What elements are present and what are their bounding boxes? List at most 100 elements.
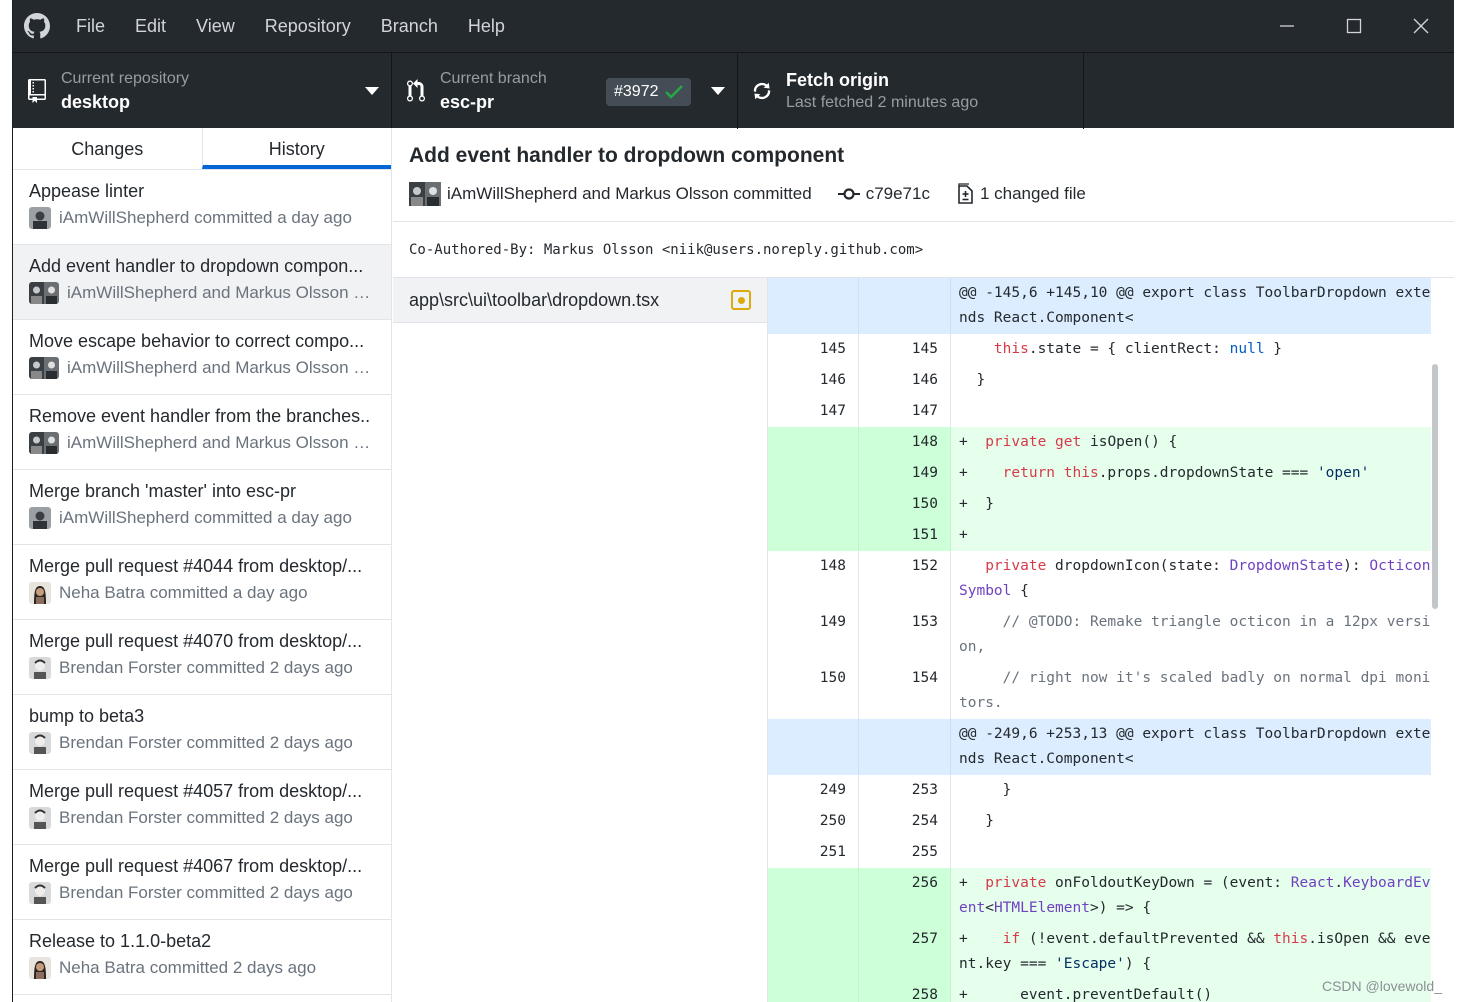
commit-item-author: iAmWillShepherd committed a day ago [59,508,352,527]
avatar [29,657,51,679]
avatar [29,432,59,454]
chevron-down-icon [711,87,725,95]
repository-name: desktop [61,92,131,112]
diff-line-code: + private onFoldoutKeyDown = (event: Rea… [959,875,1431,916]
commit-list-item[interactable]: Merge pull request #4070 from desktop/..… [13,620,391,695]
changed-files-count: 1 changed file [979,184,1086,203]
commit-item-title: Merge pull request #4057 from desktop/..… [29,781,363,801]
commit-list-item[interactable]: Merge pull request #4057 from desktop/..… [13,770,391,845]
diff-scrollbar[interactable] [1431,278,1439,1002]
old-line-number: 149 [768,607,859,663]
commit-item-meta: iAmWillShepherd committed a day ago [29,507,377,529]
commit-item-title: Remove event handler from the branches.. [29,406,371,426]
new-line-number [859,719,951,775]
maximize-button[interactable] [1320,0,1387,52]
new-line-number: 151 [859,520,951,551]
branch-label: Current branch [440,70,547,87]
diff-line-added[interactable]: 150 + } [768,489,1439,520]
toolbar: Current repository desktop Current branc… [13,52,1454,129]
diff-line-code: @@ -145,6 +145,10 @@ export class Toolba… [959,285,1431,326]
diff-line-context[interactable]: 249 253 } [768,775,1439,806]
diff-line-context[interactable]: 147 147 [768,396,1439,427]
diff-line-code: @@ -249,6 +253,13 @@ export class Toolba… [959,726,1431,767]
current-repository-button[interactable]: Current repository desktop [13,53,392,129]
commit-item-title: Move escape behavior to correct compo... [29,331,365,351]
diff-line-context[interactable]: 148 152 private dropdownIcon(state: Dropd… [768,551,1439,607]
diff-line-code: + if (!event.defaultPrevented && this.is… [959,931,1431,972]
commit-item-author: iAmWillShepherd and Markus Olsson co... [67,358,377,377]
repo-icon [13,79,61,103]
close-button[interactable] [1387,0,1454,52]
commit-item-meta: iAmWillShepherd and Markus Olsson co... [29,432,377,454]
commit-description: Co-Authored-By: Markus Olsson <niik@user… [393,222,1454,278]
diff-hunk-header[interactable]: @@ -145,6 +145,10 @@ export class Toolba… [768,278,1439,334]
diff-hunk-header[interactable]: @@ -249,6 +253,13 @@ export class Toolba… [768,719,1439,775]
commit-list-item[interactable]: Merge branch 'master' into esc-pr iAmWill… [13,470,391,545]
diff-line-added[interactable]: 257 + if (!event.defaultPrevented && this… [768,924,1439,980]
tab-changes[interactable]: Changes [13,128,202,169]
diff-line-added[interactable]: 149 + return this.props.dropdownState ===… [768,458,1439,489]
diff-line-context[interactable]: 149 153 // @TODO: Remake triangle octicon… [768,607,1439,663]
commit-item-title: Release to 1.1.0-beta2 [29,931,212,951]
commit-item-author: Neha Batra committed 2 days ago [59,958,317,977]
last-fetched-text: Last fetched 2 minutes ago [786,94,979,111]
commit-list-item[interactable]: Move escape behavior to correct compo...… [13,320,391,395]
repository-label: Current repository [61,70,190,87]
window-controls [1253,0,1454,52]
scrollbar-thumb[interactable] [1432,364,1438,609]
diff-line-added[interactable]: 151 + [768,520,1439,551]
diff-line-added[interactable]: 148 + private get isOpen() { [768,427,1439,458]
commit-list-item[interactable]: bump to beta3 Brendan Forster committed 2… [13,695,391,770]
title-bar: File Edit View Repository Branch Help [13,0,1454,52]
commit-item-author: iAmWillShepherd and Markus Olsson co... [67,283,377,302]
menu-item-file[interactable]: File [61,0,120,52]
fetch-origin-button[interactable]: Fetch origin Last fetched 2 minutes ago [738,53,1084,129]
menu-item-repository[interactable]: Repository [250,0,366,52]
current-branch-button[interactable]: Current branch esc-pr #3972 [392,53,738,129]
menu-item-branch[interactable]: Branch [366,0,453,52]
sync-icon [738,80,786,102]
old-line-number [768,868,859,924]
commit-item-title: bump to beta3 [29,706,145,726]
git-branch-icon [392,79,440,103]
diff-line-context[interactable]: 250 254 } [768,806,1439,837]
minimize-icon [1279,25,1294,27]
new-line-number: 149 [859,458,951,489]
minimize-button[interactable] [1253,0,1320,52]
diff-line-context[interactable]: 150 154 // right now it's scaled badly on… [768,663,1439,719]
commit-item-author: Brendan Forster committed 2 days ago [59,658,353,677]
commit-list-item[interactable]: Release to 1.1.0-beta2 Neha Batra committ… [13,920,391,995]
old-line-number [768,278,859,334]
commit-item-meta: Neha Batra committed a day ago [29,582,377,604]
diff-line-context[interactable]: 145 145 this.state = { clientRect: null } [768,334,1439,365]
close-icon [1413,18,1428,34]
new-line-number: 254 [859,806,951,837]
commit-list-item[interactable]: Merge pull request #4044 from desktop/..… [13,545,391,620]
tab-history[interactable]: History [201,128,391,169]
menu-item-view[interactable]: View [181,0,250,52]
modified-icon [731,290,751,310]
pull-request-badge[interactable]: #3972 [606,78,691,106]
new-line-number: 145 [859,334,951,365]
commit-list-item[interactable]: Appease linter iAmWillShepherd committed … [13,170,391,245]
diff-line-added[interactable]: 256 + private onFoldoutKeyDown = (event: … [768,868,1439,924]
watermark: CSDN @lovewold_ [1321,978,1442,994]
new-line-number: 153 [859,607,951,663]
commit-list-item[interactable]: Merge pull request #4067 from desktop/..… [13,845,391,920]
commit-sha[interactable]: c79e71c [866,184,930,204]
menu-item-edit[interactable]: Edit [120,0,181,52]
pr-number: #3972 [614,83,659,100]
old-line-number: 150 [768,663,859,719]
commit-list-item[interactable]: Add event handler to dropdown compon... i… [13,245,391,320]
commit-list-item[interactable]: Remove event handler from the branches..… [13,395,391,470]
menu-bar: File Edit View Repository Branch Help [61,0,520,52]
diff-line-code: + } [959,496,994,512]
new-line-number: 152 [859,551,951,607]
diff-line-context[interactable]: 251 255 [768,837,1439,868]
old-line-number: 250 [768,806,859,837]
commit-item-meta: Brendan Forster committed 2 days ago [29,882,377,904]
diff-line-context[interactable]: 146 146 } [768,365,1439,396]
chevron-down-icon [365,87,379,95]
menu-item-help[interactable]: Help [453,0,520,52]
file-item[interactable]: app\src\ui\toolbar\dropdown.tsx [393,278,767,323]
